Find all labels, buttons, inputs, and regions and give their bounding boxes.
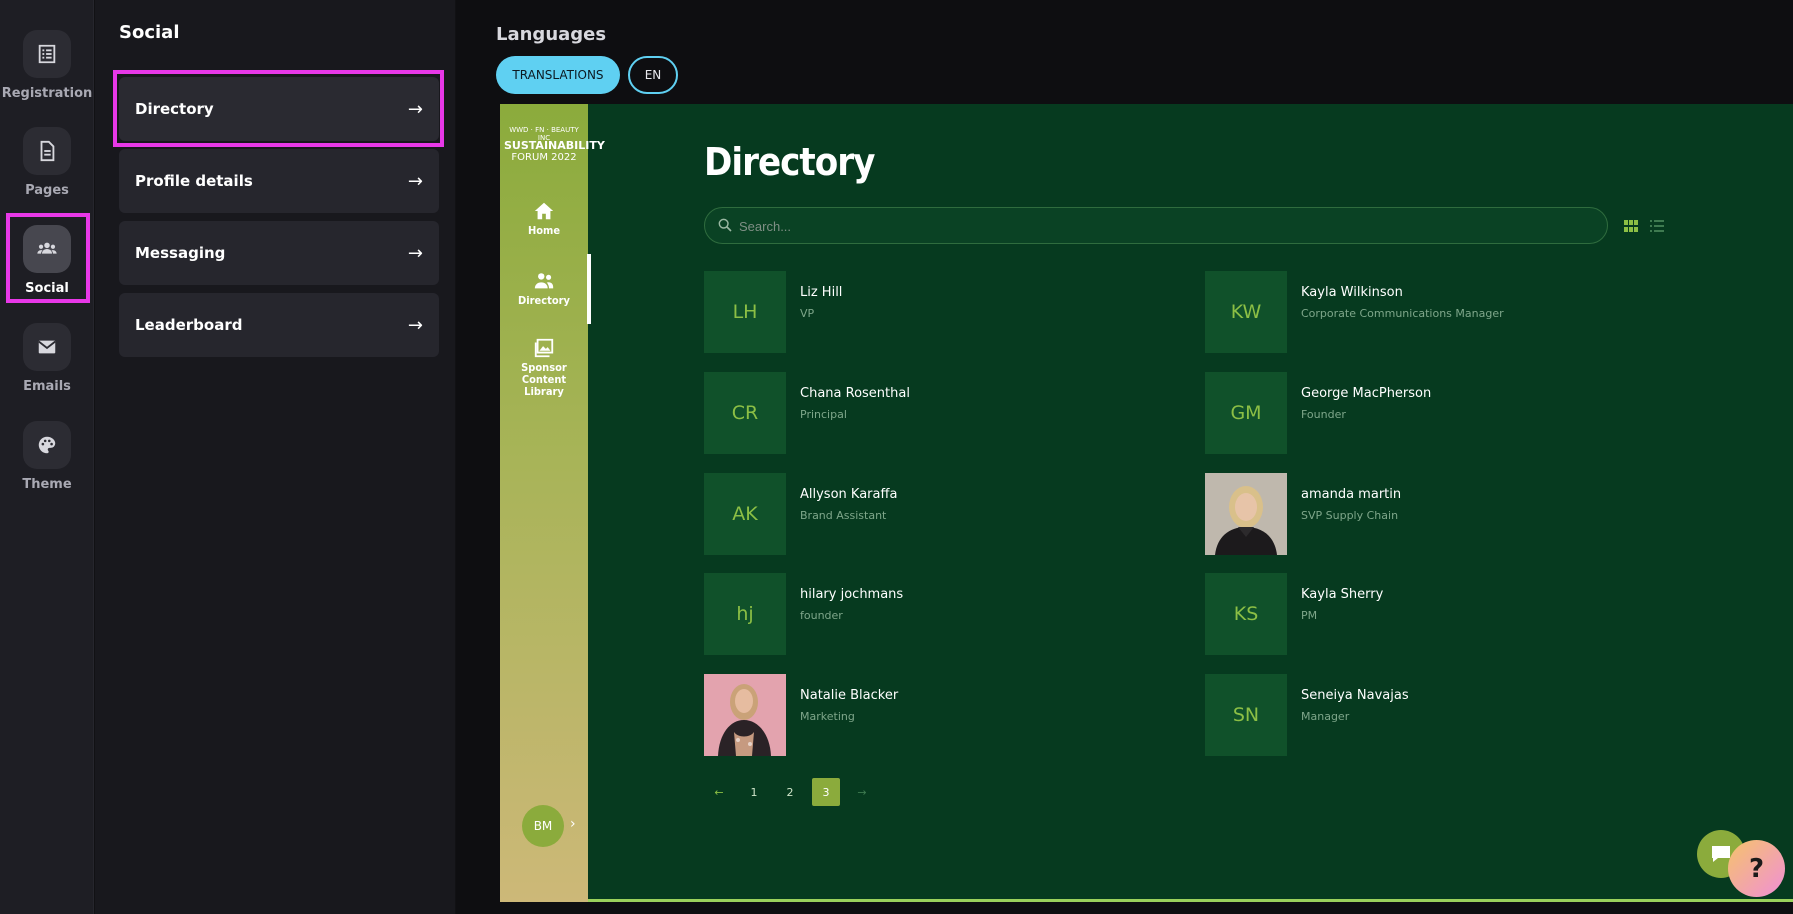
pagination-page-2[interactable]: 2 <box>776 778 804 806</box>
subnav-title: Social <box>119 22 180 43</box>
avatar-initials: KW <box>1205 271 1287 353</box>
subnav-item-profile-details[interactable]: Profile details → <box>119 149 439 213</box>
person-role: Manager <box>1301 710 1350 723</box>
search-input[interactable] <box>739 215 1599 237</box>
pagination-next[interactable]: → <box>848 778 876 806</box>
preview-sidebar: WWD · FN · BEAUTY INC SUSTAINABILITY FOR… <box>500 104 605 902</box>
pages-icon <box>23 127 71 175</box>
preview-nav-directory[interactable]: Directory <box>500 270 588 307</box>
home-icon <box>534 202 554 220</box>
person-name: Seneiya Navajas <box>1301 688 1409 703</box>
user-avatar[interactable]: BM <box>522 805 564 847</box>
person-card[interactable]: CR Chana Rosenthal Principal <box>704 372 1184 454</box>
arrow-right-icon: → <box>407 242 423 264</box>
person-role: founder <box>800 609 843 622</box>
subnav-item-label: Profile details <box>135 172 253 190</box>
active-nav-indicator <box>587 254 591 324</box>
subnav-item-label: Leaderboard <box>135 316 243 334</box>
icon-rail: Registration Pages Social Emails Theme <box>0 0 94 914</box>
rail-item-emails[interactable]: Emails <box>0 323 94 394</box>
person-name: Kayla Wilkinson <box>1301 285 1403 300</box>
person-role: Corporate Communications Manager <box>1301 307 1504 320</box>
language-en-button[interactable]: EN <box>628 56 678 94</box>
preview-nav-label: Directory <box>518 294 570 307</box>
avatar-initials: GM <box>1205 372 1287 454</box>
rail-label: Emails <box>23 379 71 394</box>
avatar-initials: SN <box>1205 674 1287 756</box>
arrow-right-icon: → <box>407 314 423 336</box>
person-name: Liz Hill <box>800 285 843 300</box>
event-logo-title: SUSTAINABILITY <box>504 139 605 152</box>
profile-photo <box>704 674 786 756</box>
selection-highlight <box>6 213 90 303</box>
directory-search[interactable] <box>704 207 1608 244</box>
rail-label: Registration <box>1 86 93 101</box>
pagination-prev[interactable]: ← <box>705 778 733 806</box>
preview-nav-home[interactable]: Home <box>500 200 588 237</box>
person-card[interactable]: SN Seneiya Navajas Manager <box>1205 674 1685 756</box>
directory-title: Directory <box>704 140 875 184</box>
person-card[interactable]: KW Kayla Wilkinson Corporate Communicati… <box>1205 271 1685 353</box>
preview-nav-sponsor-content-library[interactable]: Sponsor Content Library <box>500 337 588 398</box>
event-logo-year: FORUM 2022 <box>511 152 577 163</box>
person-card[interactable]: hj hilary jochmans founder <box>704 573 1184 655</box>
avatar-initials: AK <box>704 473 786 555</box>
subnav-item-label: Messaging <box>135 244 226 262</box>
image-gallery-icon <box>534 338 554 358</box>
avatar-initials: hj <box>704 573 786 655</box>
person-name: hilary jochmans <box>800 587 904 602</box>
person-name: Allyson Karaffa <box>800 487 898 502</box>
rail-item-pages[interactable]: Pages <box>0 127 94 198</box>
grid-view-icon[interactable] <box>1624 220 1638 232</box>
avatar-initials: LH <box>704 271 786 353</box>
avatar-initials: CR <box>704 372 786 454</box>
site-preview: WWD · FN · BEAUTY INC SUSTAINABILITY FOR… <box>500 104 1793 902</box>
person-name: Chana Rosenthal <box>800 386 910 401</box>
rail-label: Theme <box>22 477 72 492</box>
subnav-item-leaderboard[interactable]: Leaderboard → <box>119 293 439 357</box>
preview-nav-label: Sponsor Content Library <box>521 361 567 398</box>
languages-title: Languages <box>496 24 607 45</box>
arrow-right-icon: → <box>407 170 423 192</box>
preview-nav-label: Home <box>527 224 561 237</box>
pagination-page-1[interactable]: 1 <box>740 778 768 806</box>
help-button[interactable]: ? <box>1728 840 1785 897</box>
list-view-icon[interactable] <box>1650 220 1664 232</box>
person-card[interactable]: GM George MacPherson Founder <box>1205 372 1685 454</box>
person-role: Principal <box>800 408 847 421</box>
person-role: Marketing <box>800 710 855 723</box>
person-card[interactable]: amanda martin SVP Supply Chain <box>1205 473 1685 555</box>
person-role: PM <box>1301 609 1318 622</box>
person-role: SVP Supply Chain <box>1301 509 1399 522</box>
mail-icon <box>23 323 71 371</box>
person-name: George MacPherson <box>1301 386 1432 401</box>
pagination-page-3[interactable]: 3 <box>812 778 840 806</box>
chevron-right-icon[interactable]: › <box>570 816 576 832</box>
profile-photo <box>1205 473 1287 555</box>
person-card[interactable]: LH Liz Hill VP <box>704 271 1184 353</box>
search-icon <box>718 218 732 232</box>
person-role: Brand Assistant <box>800 509 887 522</box>
person-role: VP <box>800 307 815 320</box>
person-name: Natalie Blacker <box>800 688 899 703</box>
people-icon <box>534 273 554 289</box>
rail-item-registration[interactable]: Registration <box>0 30 94 101</box>
person-name: Kayla Sherry <box>1301 587 1384 602</box>
person-role: Founder <box>1301 408 1346 421</box>
person-card[interactable]: Natalie Blacker Marketing <box>704 674 1184 756</box>
person-card[interactable]: KS Kayla Sherry PM <box>1205 573 1685 655</box>
rail-item-theme[interactable]: Theme <box>0 421 94 492</box>
main-panel: Languages TRANSLATIONS EN WWD · FN · BEA… <box>456 0 1793 914</box>
person-card[interactable]: AK Allyson Karaffa Brand Assistant <box>704 473 1184 555</box>
person-name: amanda martin <box>1301 487 1402 502</box>
avatar-initials: KS <box>1205 573 1287 655</box>
registration-icon <box>23 30 71 78</box>
subnav-item-messaging[interactable]: Messaging → <box>119 221 439 285</box>
selection-highlight <box>113 70 444 147</box>
palette-icon <box>23 421 71 469</box>
rail-label: Pages <box>25 183 69 198</box>
translations-button[interactable]: TRANSLATIONS <box>496 56 620 94</box>
